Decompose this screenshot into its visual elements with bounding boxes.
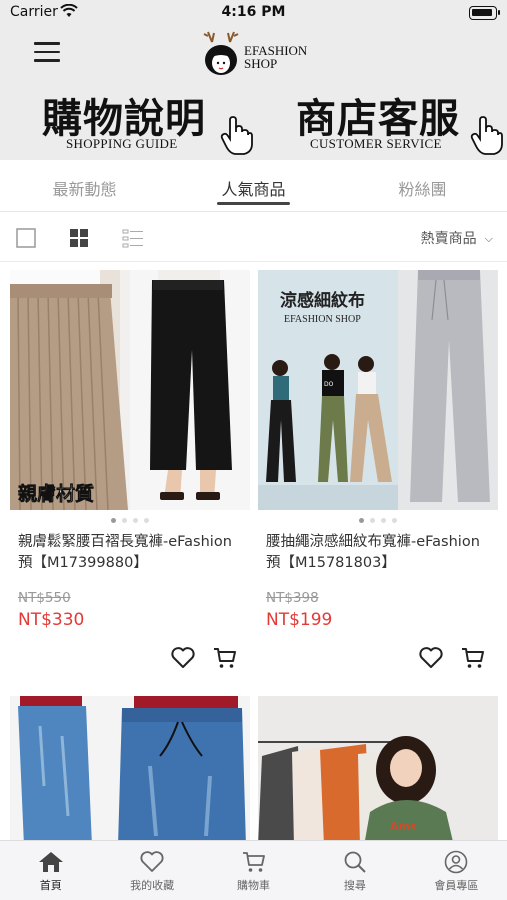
section-tabs: 最新動態 人氣商品 粉絲團 <box>0 160 507 212</box>
carousel-dot[interactable] <box>122 518 127 523</box>
bottom-tab-bar: 首頁 我的收藏 購物車 搜尋 會員專區 <box>0 840 507 900</box>
pleated-pants-photo: 親膚材質 <box>10 270 250 510</box>
store-header: EFASHION SHOP 購物說明 SHOPPING GUIDE 商店客服 C… <box>0 26 507 160</box>
nav-search[interactable]: 搜尋 <box>304 841 405 900</box>
home-icon <box>38 852 63 872</box>
carousel-dot[interactable] <box>111 518 116 523</box>
deer-girl-logo-icon <box>203 31 239 75</box>
status-bar: Carrier 4:16 PM <box>0 0 507 26</box>
nav-label: 購物車 <box>237 879 271 892</box>
banner-subtitle: SHOPPING GUIDE <box>66 136 178 151</box>
nav-label: 我的收藏 <box>130 879 175 892</box>
carousel-dot[interactable] <box>392 518 397 523</box>
shopping-guide-banner[interactable]: 購物說明 SHOPPING GUIDE <box>30 84 260 158</box>
cart-icon[interactable] <box>212 646 238 670</box>
sort-dropdown[interactable]: 熱賣商品 ⌵ <box>421 228 493 248</box>
list-view-icon[interactable] <box>122 227 144 249</box>
nav-member[interactable]: 會員專區 <box>406 841 507 900</box>
cart-icon[interactable] <box>460 646 486 670</box>
image-overlay-text: 親膚材質 <box>18 482 94 505</box>
heart-icon[interactable] <box>170 646 196 670</box>
single-view-icon[interactable] <box>15 227 37 249</box>
sale-price: NT$330 <box>18 610 85 630</box>
search-icon <box>344 851 366 873</box>
product-image[interactable]: 涼感細紋布 EFASHION SHOP DO <box>258 270 498 510</box>
nav-favorites[interactable]: 我的收藏 <box>101 841 202 900</box>
customer-service-banner[interactable]: 商店客服 CUSTOMER SERVICE <box>280 84 507 158</box>
logo-text: EFASHION SHOP <box>244 44 307 70</box>
tab-fan-page[interactable]: 粉絲團 <box>338 160 507 211</box>
tab-latest-news[interactable]: 最新動態 <box>0 160 169 211</box>
tab-popular-products[interactable]: 人氣商品 <box>169 160 338 211</box>
grid-view-icon[interactable] <box>68 227 90 249</box>
nav-home[interactable]: 首頁 <box>0 841 101 900</box>
product-title[interactable]: 親膚鬆緊腰百褶長寬褲-eFashion 預【M17399880】 <box>18 532 244 574</box>
carousel-dot[interactable] <box>133 518 138 523</box>
wide-leg-pants-photo: 涼感細紋布 EFASHION SHOP DO <box>258 270 498 510</box>
pointing-hand-icon <box>220 116 253 155</box>
user-icon <box>445 850 468 874</box>
denim-pants-photo <box>10 696 250 840</box>
nav-cart[interactable]: 購物車 <box>203 841 304 900</box>
image-overlay-subtext: EFASHION SHOP <box>284 314 361 325</box>
menu-bar <box>34 50 60 53</box>
carousel-dot[interactable] <box>359 518 364 523</box>
carousel-dot[interactable] <box>370 518 375 523</box>
nav-label: 首頁 <box>39 879 62 892</box>
image-overlay-text: 涼感細紋布 <box>280 290 365 311</box>
svg-text:DO: DO <box>324 381 334 388</box>
pointing-hand-icon <box>470 116 503 155</box>
svg-text:Ams: Ams <box>390 820 417 833</box>
original-price: NT$550 <box>18 590 71 606</box>
carousel-dot[interactable] <box>144 518 149 523</box>
sort-label: 熱賣商品 <box>420 231 477 247</box>
menu-bar <box>34 42 60 45</box>
menu-bar <box>34 59 60 62</box>
product-image[interactable]: Ams <box>258 696 498 840</box>
product-title[interactable]: 腰抽繩涼感細紋布寬褲-eFashion 預【M15781803】 <box>266 532 492 574</box>
banner-subtitle: CUSTOMER SERVICE <box>310 136 442 151</box>
cart-icon <box>242 852 265 872</box>
heart-icon[interactable] <box>418 646 444 670</box>
logo-text-line2: SHOP <box>244 56 278 71</box>
carousel-dot[interactable] <box>381 518 386 523</box>
chevron-down-icon: ⌵ <box>484 232 493 245</box>
nav-label: 會員專區 <box>434 879 479 892</box>
sale-price: NT$199 <box>266 610 333 630</box>
image-carousel-dots <box>10 518 250 523</box>
nav-label: 搜尋 <box>343 879 366 892</box>
clock: 4:16 PM <box>221 4 286 20</box>
image-carousel-dots <box>258 518 498 523</box>
tshirt-model-photo: Ams <box>258 696 498 840</box>
product-image[interactable]: 親膚材質 <box>10 270 250 510</box>
original-price: NT$398 <box>266 590 319 606</box>
product-grid: 親膚材質 親膚鬆緊腰百褶長寬褲-eFashion 預【M17399880】 NT… <box>0 262 507 840</box>
menu-button[interactable] <box>34 42 60 64</box>
battery-icon <box>469 6 500 20</box>
product-image[interactable] <box>10 696 250 840</box>
store-logo[interactable]: EFASHION SHOP <box>198 28 338 82</box>
heart-icon <box>140 851 164 872</box>
view-toolbar: 熱賣商品 ⌵ <box>0 212 507 262</box>
